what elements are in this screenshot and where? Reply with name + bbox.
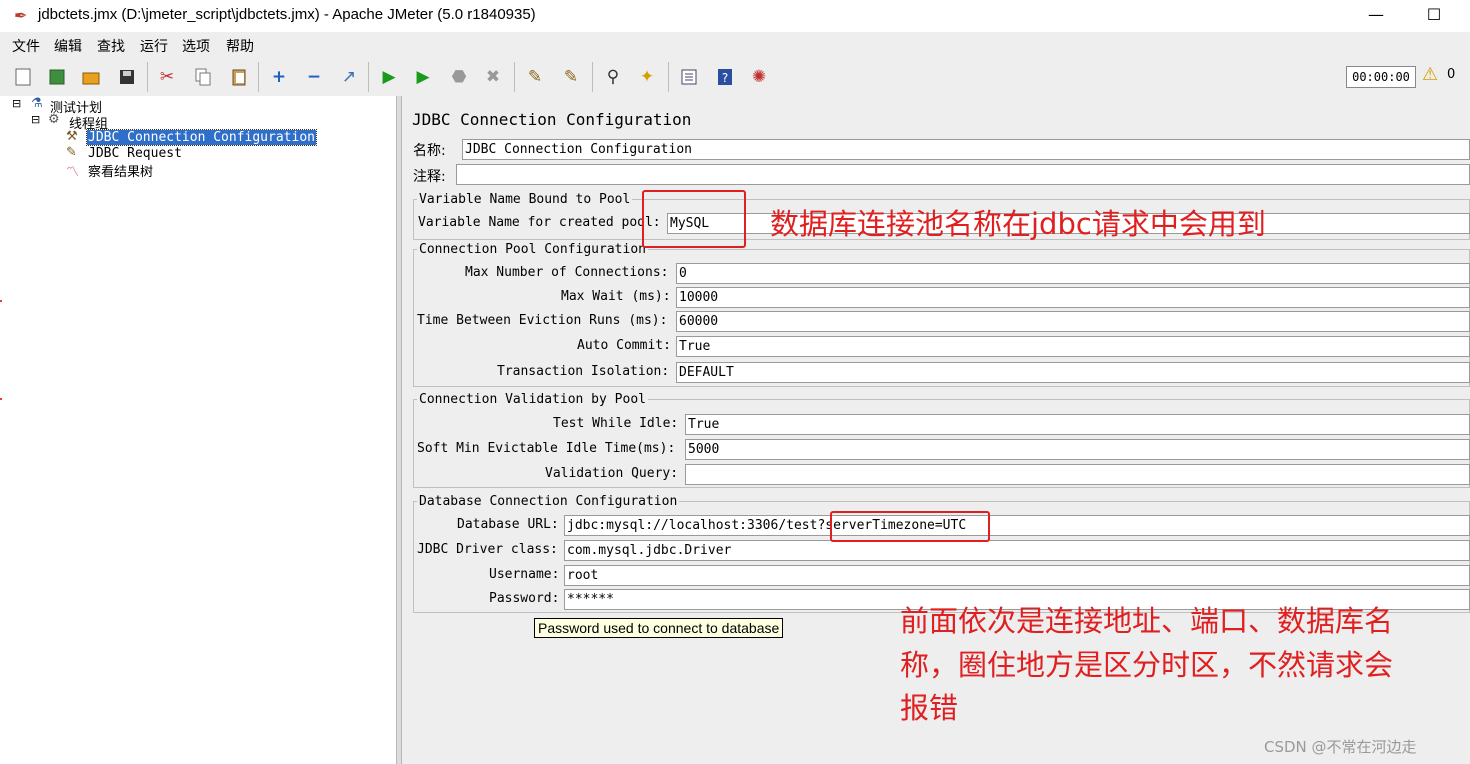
- new-icon[interactable]: [8, 62, 38, 92]
- menu-bar: 文件 编辑 查找 运行 选项 帮助: [0, 32, 1470, 58]
- url-annotation-line-2: 称，圈住地方是区分时区，不然请求会: [900, 648, 1394, 682]
- database-url-input[interactable]: jdbc:mysql://localhost:3306/test?serverT…: [564, 515, 1470, 536]
- comment-label: 注释:: [413, 169, 446, 185]
- search-icon[interactable]: ⚲: [598, 62, 628, 92]
- gear-icon: ⚙: [48, 112, 60, 127]
- auto-commit-select[interactable]: True: [676, 336, 1470, 357]
- toolbar: ✂ + − ↗ ▶ ▶ ⬣ ✖ ✎ ✎ ⚲ ✦ ? ✺: [0, 58, 1470, 97]
- maximize-button[interactable]: ☐: [1414, 2, 1454, 28]
- test-while-idle-select[interactable]: True: [685, 414, 1470, 435]
- timezone-highlight-box: [830, 511, 990, 542]
- name-input[interactable]: JDBC Connection Configuration: [462, 139, 1470, 160]
- pool-variable-label: Variable Name for created pool:: [418, 215, 661, 230]
- remote-start-icon[interactable]: ✺: [744, 62, 774, 92]
- templates-icon[interactable]: [42, 62, 72, 92]
- eviction-runs-label: Time Between Eviction Runs (ms):: [417, 313, 668, 328]
- menu-help[interactable]: 帮助: [226, 36, 254, 56]
- expand-icon[interactable]: +: [264, 62, 294, 92]
- name-label: 名称:: [413, 143, 446, 159]
- copy-icon[interactable]: [188, 62, 218, 92]
- username-input[interactable]: root: [564, 565, 1470, 586]
- tree-collapse-toggle[interactable]: ⊟: [31, 113, 40, 126]
- username-label: Username:: [489, 567, 560, 582]
- group-title: Connection Pool Configuration: [417, 242, 648, 257]
- transaction-isolation-select[interactable]: DEFAULT: [676, 362, 1470, 383]
- group-title: Database Connection Configuration: [417, 494, 680, 509]
- transaction-isolation-label: Transaction Isolation:: [497, 364, 670, 379]
- watermark: CSDN @不常在河边走: [1264, 738, 1417, 756]
- warning-icon[interactable]: ⚠: [1422, 64, 1438, 85]
- eviction-runs-input[interactable]: 60000: [676, 311, 1470, 332]
- save-icon[interactable]: [112, 62, 142, 92]
- panel-title: JDBC Connection Configuration: [412, 110, 692, 129]
- open-icon[interactable]: [76, 62, 106, 92]
- password-tooltip: Password used to connect to database: [534, 618, 784, 638]
- elapsed-timer: 00:00:00: [1346, 66, 1416, 88]
- edge-mark: [0, 398, 2, 400]
- menu-edit[interactable]: 编辑: [54, 36, 82, 56]
- max-connections-input[interactable]: 0: [676, 263, 1470, 284]
- pencil-icon: ✎: [66, 145, 77, 160]
- toggle-icon[interactable]: ↗: [334, 62, 364, 92]
- comment-input[interactable]: [456, 164, 1470, 185]
- stop-icon[interactable]: ⬣: [444, 62, 474, 92]
- clear-all-icon[interactable]: ✎: [556, 62, 586, 92]
- shutdown-icon[interactable]: ✖: [478, 62, 508, 92]
- function-helper-icon[interactable]: [674, 62, 704, 92]
- jdbc-driver-label: JDBC Driver class:: [417, 542, 558, 557]
- window-title: jdbctets.jmx (D:\jmeter_script\jdbctets.…: [38, 6, 536, 23]
- wrench-icon: ⚒: [66, 129, 78, 144]
- svg-text:?: ?: [722, 71, 728, 85]
- reset-search-icon[interactable]: ✦: [632, 62, 662, 92]
- url-annotation-line-1: 前面依次是连接地址、端口、数据库名: [900, 604, 1394, 638]
- pool-name-annotation: 数据库连接池名称在jdbc请求中会用到: [770, 207, 1266, 241]
- test-plan-icon: ⚗: [31, 96, 43, 111]
- max-wait-input[interactable]: 10000: [676, 287, 1470, 308]
- tree-item-jdbc-request[interactable]: JDBC Request: [88, 146, 182, 161]
- start-no-pause-icon[interactable]: ▶: [408, 62, 438, 92]
- tree-item-jdbc-connection-config[interactable]: JDBC Connection Configuration: [86, 129, 317, 146]
- paste-icon[interactable]: [224, 62, 254, 92]
- collapse-icon[interactable]: −: [299, 62, 329, 92]
- jdbc-driver-input[interactable]: com.mysql.jdbc.Driver: [564, 540, 1470, 561]
- warning-count: 0: [1447, 67, 1456, 82]
- window-titlebar: ✒ jdbctets.jmx (D:\jmeter_script\jdbctet…: [0, 0, 1470, 32]
- test-plan-tree: ⊟ ⚗ 测试计划 ⊟ ⚙ 线程组 ⚒ JDBC Connection Confi…: [0, 96, 397, 764]
- jmeter-feather-icon: ✒: [14, 6, 28, 25]
- max-connections-label: Max Number of Connections:: [465, 265, 669, 280]
- validation-query-label: Validation Query:: [545, 466, 679, 481]
- menu-search[interactable]: 查找: [97, 36, 125, 56]
- tree-collapse-toggle[interactable]: ⊟: [12, 97, 21, 110]
- edge-mark: [0, 300, 2, 302]
- remote-clear-icon[interactable]: ✎: [520, 62, 550, 92]
- soft-min-idle-input[interactable]: 5000: [685, 439, 1470, 460]
- menu-run[interactable]: 运行: [140, 36, 168, 56]
- group-title: Connection Validation by Pool: [417, 392, 648, 407]
- menu-options[interactable]: 选项: [182, 36, 210, 56]
- test-while-idle-label: Test While Idle:: [553, 416, 679, 431]
- validation-query-input[interactable]: [685, 464, 1470, 485]
- start-icon[interactable]: ▶: [374, 62, 404, 92]
- menu-file[interactable]: 文件: [12, 36, 40, 56]
- soft-min-idle-label: Soft Min Evictable Idle Time(ms):: [417, 441, 676, 456]
- auto-commit-label: Auto Commit:: [577, 338, 671, 353]
- graph-icon: 〽: [66, 165, 80, 180]
- password-label: Password:: [489, 591, 560, 606]
- group-title: Variable Name Bound to Pool: [417, 192, 633, 207]
- max-wait-label: Max Wait (ms):: [561, 289, 671, 304]
- url-annotation-line-3: 报错: [900, 691, 959, 725]
- help-icon[interactable]: ?: [710, 62, 740, 92]
- pool-name-highlight-box: [642, 190, 746, 248]
- cut-icon[interactable]: ✂: [152, 62, 182, 92]
- database-url-label: Database URL:: [457, 517, 559, 532]
- tree-item-view-results-tree[interactable]: 察看结果树: [88, 161, 153, 180]
- minimize-button[interactable]: —: [1356, 2, 1396, 28]
